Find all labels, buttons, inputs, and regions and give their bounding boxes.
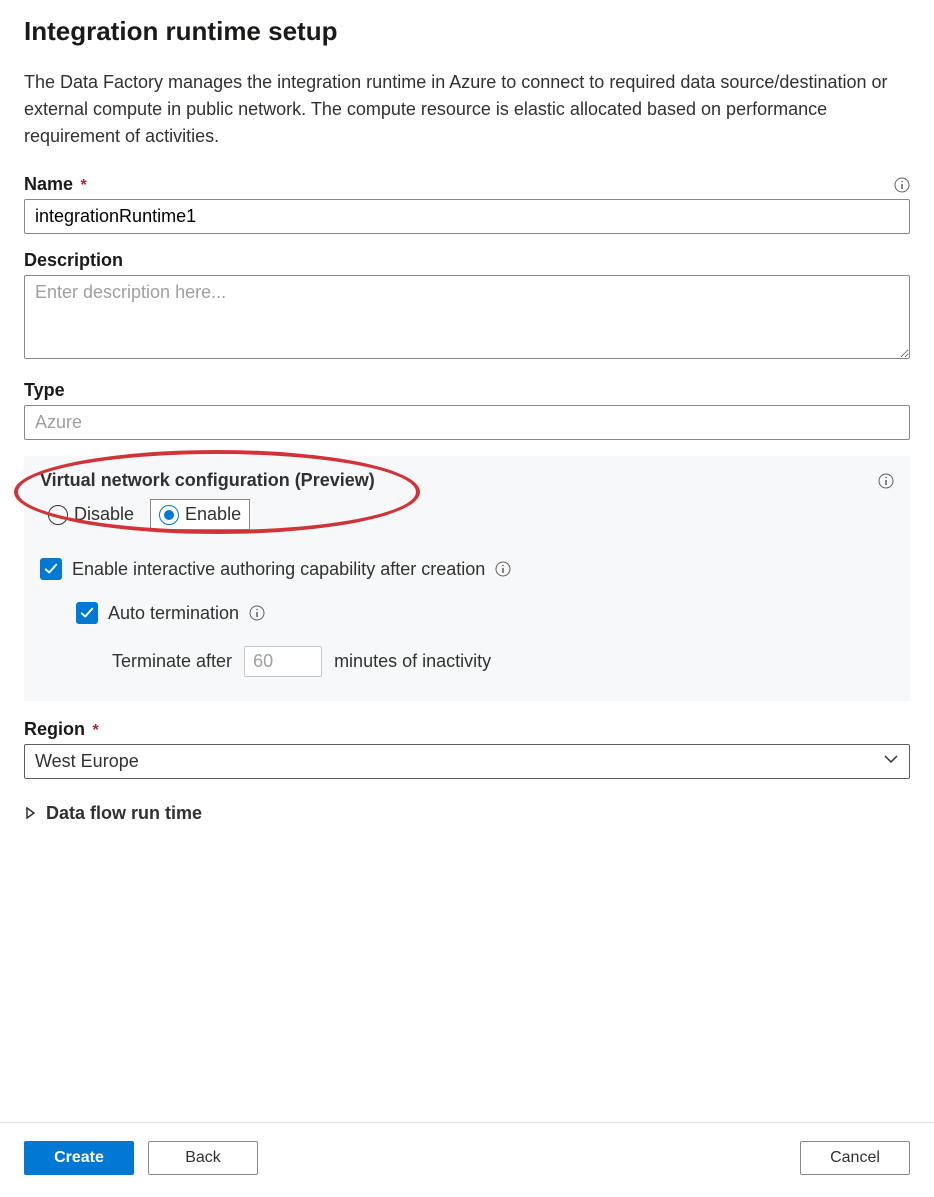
create-button[interactable]: Create: [24, 1141, 134, 1175]
description-field: Description: [24, 250, 910, 364]
terminate-after-row: Terminate after minutes of inactivity: [112, 646, 894, 677]
radio-label: Disable: [74, 504, 134, 525]
info-icon[interactable]: [894, 177, 910, 193]
vnet-radio-group: Disable Enable: [40, 499, 894, 530]
type-field: Type: [24, 380, 910, 440]
checkbox-icon: [40, 558, 62, 580]
radio-icon: [159, 505, 179, 525]
page-title: Integration runtime setup: [24, 16, 910, 47]
triangle-right-icon: [24, 803, 36, 824]
radio-label: Enable: [185, 504, 241, 525]
terminate-prefix: Terminate after: [112, 651, 232, 672]
name-input[interactable]: [24, 199, 910, 234]
region-value: West Europe: [35, 751, 139, 772]
description-label: Description: [24, 250, 123, 271]
type-input: [24, 405, 910, 440]
info-icon[interactable]: [495, 561, 511, 577]
expander-label: Data flow run time: [46, 803, 202, 824]
interactive-authoring-checkbox[interactable]: Enable interactive authoring capability …: [40, 558, 894, 580]
dataflow-runtime-expander[interactable]: Data flow run time: [24, 803, 910, 824]
chevron-down-icon: [883, 751, 899, 772]
radio-icon: [48, 505, 68, 525]
required-marker: *: [80, 177, 86, 194]
interactive-authoring-label: Enable interactive authoring capability …: [72, 559, 485, 580]
region-dropdown[interactable]: West Europe: [24, 744, 910, 779]
auto-termination-label: Auto termination: [108, 603, 239, 624]
description-input[interactable]: [24, 275, 910, 359]
info-icon[interactable]: [249, 605, 265, 621]
region-field: Region * West Europe: [24, 719, 910, 779]
terminate-minutes-input[interactable]: [244, 646, 322, 677]
name-field: Name *: [24, 174, 910, 234]
back-button[interactable]: Back: [148, 1141, 258, 1175]
vnet-disable-radio[interactable]: Disable: [40, 500, 142, 529]
type-label: Type: [24, 380, 65, 401]
auto-termination-checkbox[interactable]: Auto termination: [76, 602, 894, 624]
vnet-panel: Virtual network configuration (Preview) …: [24, 456, 910, 701]
name-label: Name: [24, 174, 73, 194]
page-description: The Data Factory manages the integration…: [24, 69, 910, 150]
footer: Create Back Cancel: [0, 1122, 934, 1197]
region-label: Region: [24, 719, 85, 739]
checkbox-icon: [76, 602, 98, 624]
vnet-enable-radio[interactable]: Enable: [150, 499, 250, 530]
required-marker: *: [92, 722, 98, 739]
terminate-suffix: minutes of inactivity: [334, 651, 491, 672]
vnet-title: Virtual network configuration (Preview): [40, 470, 375, 491]
cancel-button[interactable]: Cancel: [800, 1141, 910, 1175]
info-icon[interactable]: [878, 473, 894, 489]
